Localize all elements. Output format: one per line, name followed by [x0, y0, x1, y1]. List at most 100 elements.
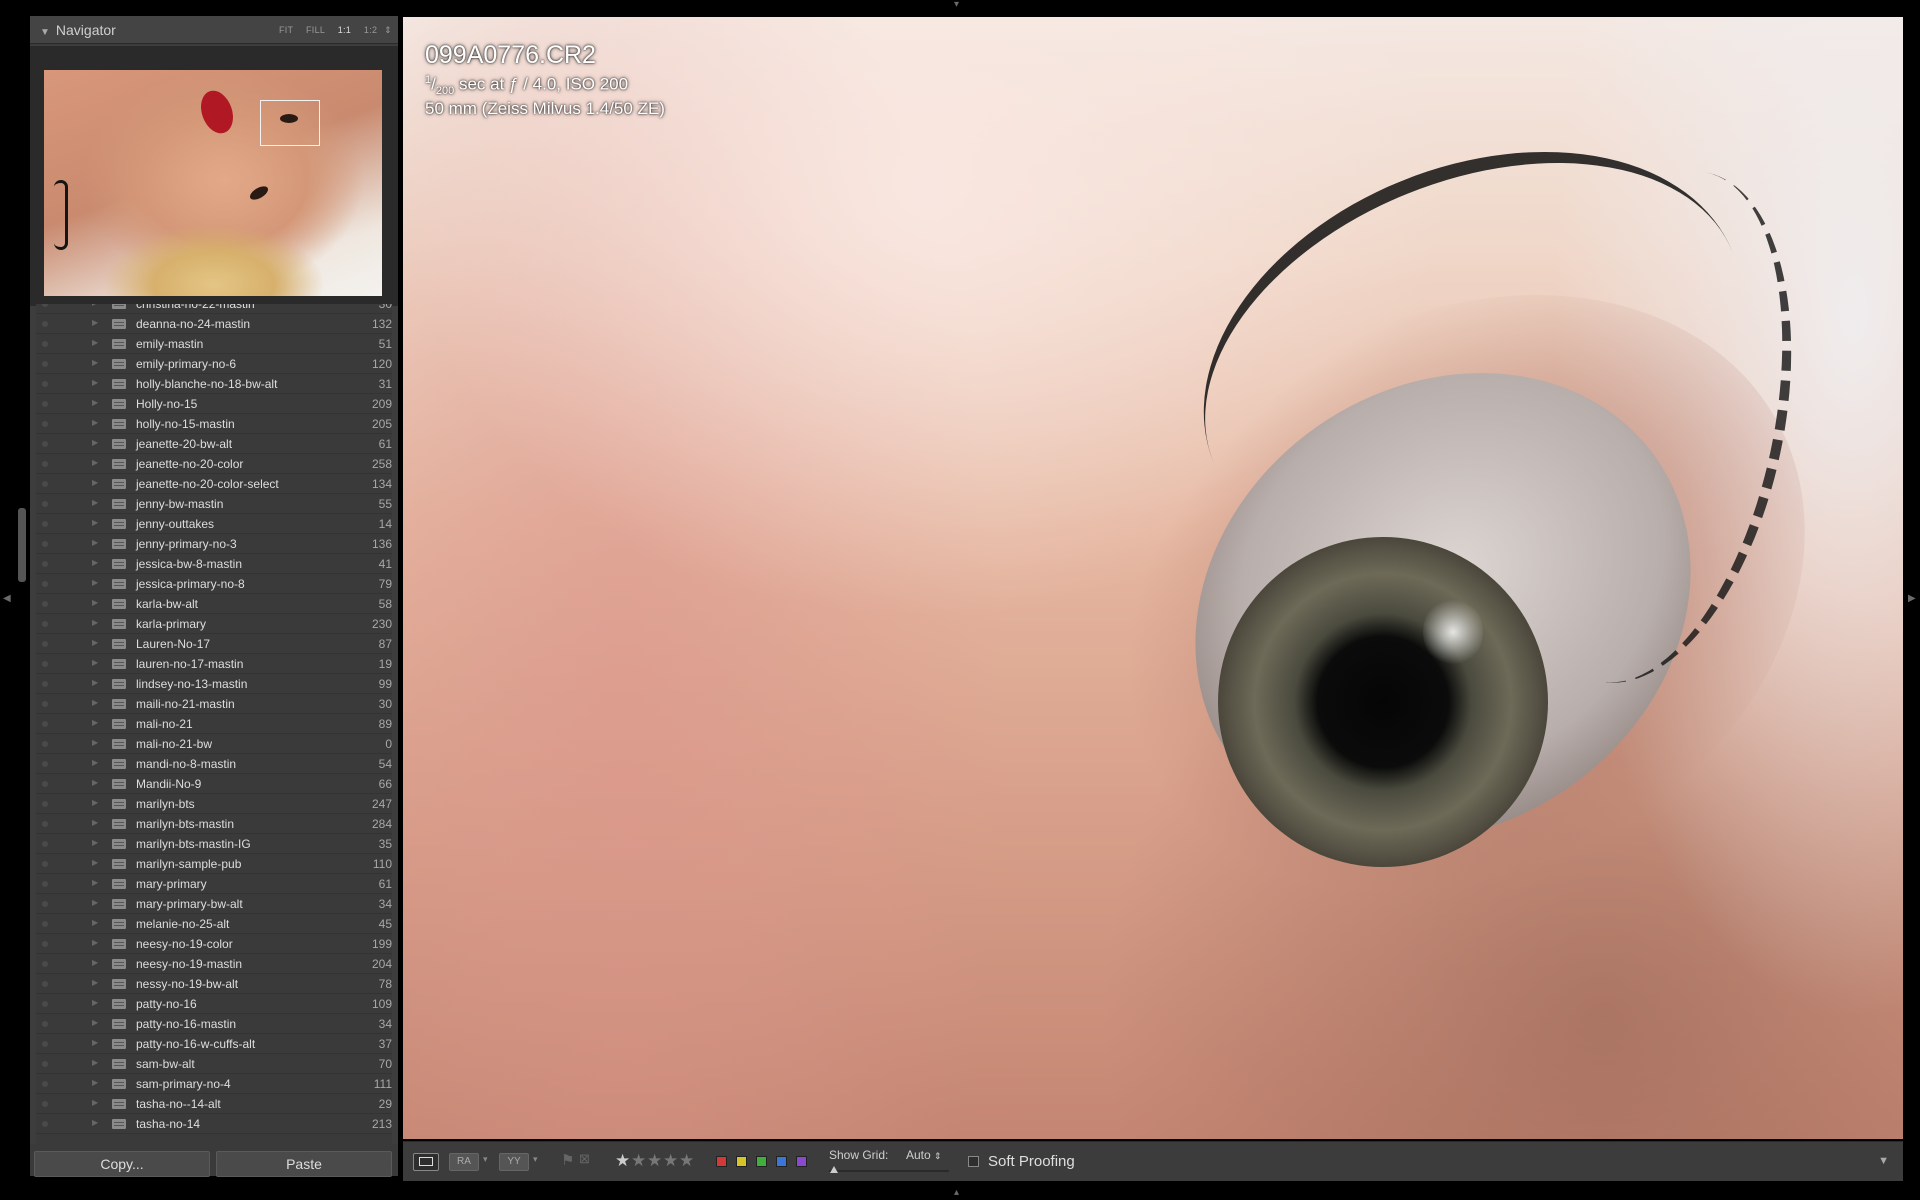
color-label-swatch[interactable] [736, 1156, 747, 1167]
folder-row[interactable]: ▶ Lauren-No-17 87 [36, 634, 392, 654]
expand-arrow-icon[interactable]: ▶ [92, 378, 98, 387]
expand-arrow-icon[interactable]: ▶ [92, 638, 98, 647]
expand-arrow-icon[interactable]: ▶ [92, 304, 98, 307]
expand-arrow-icon[interactable]: ▶ [92, 798, 98, 807]
loupe-image[interactable]: 099A0776.CR2 1/200 sec at ƒ / 4.0, ISO 2… [403, 17, 1903, 1139]
expand-arrow-icon[interactable]: ▶ [92, 818, 98, 827]
survey-dropdown-icon[interactable]: ▾ [533, 1154, 538, 1165]
expand-arrow-icon[interactable]: ▶ [92, 498, 98, 507]
expand-arrow-icon[interactable]: ▶ [92, 978, 98, 987]
color-label-swatch[interactable] [716, 1156, 727, 1167]
folder-row[interactable]: ▶ mary-primary 61 [36, 874, 392, 894]
folder-row[interactable]: ▶ maili-no-21-mastin 30 [36, 694, 392, 714]
folder-row[interactable]: ▶ nessy-no-19-bw-alt 78 [36, 974, 392, 994]
navigator-view-rectangle[interactable] [260, 100, 320, 146]
rating-star-icon[interactable]: ★ [679, 1151, 694, 1171]
expand-arrow-icon[interactable]: ▶ [92, 858, 98, 867]
flag-reject-icon[interactable]: ⊠ [579, 1151, 590, 1167]
expand-arrow-icon[interactable]: ▶ [92, 1038, 98, 1047]
folder-row[interactable]: ▶ tasha-no-14 213 [36, 1114, 392, 1134]
folder-row[interactable]: ▶ mali-no-21 89 [36, 714, 392, 734]
folder-row[interactable]: ▶ tasha-no--14-alt 29 [36, 1094, 392, 1114]
folder-row[interactable]: ▶ marilyn-bts-mastin 284 [36, 814, 392, 834]
expand-arrow-icon[interactable]: ▶ [92, 918, 98, 927]
zoom-fit-button[interactable]: FIT [279, 25, 293, 35]
folder-row[interactable]: ▶ mandi-no-8-mastin 54 [36, 754, 392, 774]
folder-row[interactable]: ▶ Mandii-No-9 66 [36, 774, 392, 794]
expand-arrow-icon[interactable]: ▶ [92, 398, 98, 407]
zoom-stepper-icon[interactable]: ⇕ [384, 25, 392, 35]
soft-proofing-checkbox[interactable] [968, 1156, 979, 1167]
zoom-fill-button[interactable]: FILL [306, 25, 325, 35]
expand-arrow-icon[interactable]: ▶ [92, 598, 98, 607]
expand-arrow-icon[interactable]: ▶ [92, 338, 98, 347]
expand-arrow-icon[interactable]: ▶ [92, 1078, 98, 1087]
folder-row[interactable]: ▶ jeanette-20-bw-alt 61 [36, 434, 392, 454]
expand-arrow-icon[interactable]: ▶ [92, 438, 98, 447]
folder-row[interactable]: ▶ mary-primary-bw-alt 34 [36, 894, 392, 914]
folder-row[interactable]: ▶ patty-no-16 109 [36, 994, 392, 1014]
expand-arrow-icon[interactable]: ▶ [92, 938, 98, 947]
rating-star-icon[interactable]: ★ [615, 1151, 630, 1171]
expand-arrow-icon[interactable]: ▶ [92, 1118, 98, 1127]
paste-button[interactable]: Paste [216, 1151, 392, 1177]
zoom-1to2-button[interactable]: 1:2 [364, 25, 377, 35]
folder-row[interactable]: ▶ christina-no-22-mastin 30 [36, 304, 392, 314]
folder-row[interactable]: ▶ jeanette-no-20-color 258 [36, 454, 392, 474]
color-label-swatch[interactable] [756, 1156, 767, 1167]
expand-arrow-icon[interactable]: ▶ [92, 1018, 98, 1027]
color-label-swatch[interactable] [796, 1156, 807, 1167]
navigator-header[interactable]: ▼ Navigator FIT FILL 1:1 1:2 ⇕ [30, 16, 398, 44]
folder-row[interactable]: ▶ sam-primary-no-4 111 [36, 1074, 392, 1094]
expand-arrow-icon[interactable]: ▶ [92, 518, 98, 527]
expand-arrow-icon[interactable]: ▶ [92, 678, 98, 687]
copy-button[interactable]: Copy... [34, 1151, 210, 1177]
expand-arrow-icon[interactable]: ▶ [92, 1058, 98, 1067]
folder-row[interactable]: ▶ jenny-bw-mastin 55 [36, 494, 392, 514]
folder-row[interactable]: ▶ lauren-no-17-mastin 19 [36, 654, 392, 674]
expand-arrow-icon[interactable]: ▶ [92, 558, 98, 567]
folder-row[interactable]: ▶ jeanette-no-20-color-select 134 [36, 474, 392, 494]
folder-row[interactable]: ▶ patty-no-16-w-cuffs-alt 37 [36, 1034, 392, 1054]
navigator-thumbnail[interactable] [44, 70, 382, 296]
expand-arrow-icon[interactable]: ▶ [92, 538, 98, 547]
toolbar-menu-icon[interactable]: ▼ [1878, 1155, 1889, 1167]
folder-row[interactable]: ▶ patty-no-16-mastin 34 [36, 1014, 392, 1034]
expand-arrow-icon[interactable]: ▶ [92, 358, 98, 367]
expand-arrow-icon[interactable]: ▶ [92, 998, 98, 1007]
grid-opacity-slider[interactable] [829, 1170, 949, 1172]
show-grid-select[interactable]: Auto ⇕ [906, 1148, 942, 1162]
left-panel-toggle-icon[interactable]: ◀ [3, 594, 11, 604]
folder-row[interactable]: ▶ holly-no-15-mastin 205 [36, 414, 392, 434]
expand-arrow-icon[interactable]: ▶ [92, 478, 98, 487]
folder-row[interactable]: ▶ mali-no-21-bw 0 [36, 734, 392, 754]
expand-arrow-icon[interactable]: ▶ [92, 878, 98, 887]
expand-arrow-icon[interactable]: ▶ [92, 458, 98, 467]
expand-arrow-icon[interactable]: ▶ [92, 778, 98, 787]
expand-arrow-icon[interactable]: ▶ [92, 578, 98, 587]
folder-row[interactable]: ▶ jessica-bw-8-mastin 41 [36, 554, 392, 574]
folder-row[interactable]: ▶ jessica-primary-no-8 79 [36, 574, 392, 594]
expand-arrow-icon[interactable]: ▶ [92, 758, 98, 767]
folder-row[interactable]: ▶ Holly-no-15 209 [36, 394, 392, 414]
right-panel-toggle-icon[interactable]: ▶ [1908, 594, 1916, 604]
top-panel-toggle-icon[interactable]: ▾ [954, 0, 959, 10]
left-panel-scrollbar[interactable] [18, 508, 26, 582]
rating-star-icon[interactable]: ★ [663, 1151, 678, 1171]
folder-row[interactable]: ▶ marilyn-bts-mastin-IG 35 [36, 834, 392, 854]
folder-row[interactable]: ▶ marilyn-bts 247 [36, 794, 392, 814]
folder-row[interactable]: ▶ emily-mastin 51 [36, 334, 392, 354]
compare-dropdown-icon[interactable]: ▾ [483, 1154, 488, 1165]
expand-arrow-icon[interactable]: ▶ [92, 698, 98, 707]
folder-row[interactable]: ▶ lindsey-no-13-mastin 99 [36, 674, 392, 694]
expand-arrow-icon[interactable]: ▶ [92, 618, 98, 627]
zoom-1to1-button[interactable]: 1:1 [338, 25, 351, 35]
color-label-swatch[interactable] [776, 1156, 787, 1167]
expand-arrow-icon[interactable]: ▶ [92, 898, 98, 907]
rating-star-icon[interactable]: ★ [647, 1151, 662, 1171]
folder-row[interactable]: ▶ jenny-primary-no-3 136 [36, 534, 392, 554]
folder-row[interactable]: ▶ neesy-no-19-mastin 204 [36, 954, 392, 974]
expand-arrow-icon[interactable]: ▶ [92, 318, 98, 327]
bottom-panel-toggle-icon[interactable]: ▴ [954, 1188, 959, 1198]
folder-row[interactable]: ▶ marilyn-sample-pub 110 [36, 854, 392, 874]
